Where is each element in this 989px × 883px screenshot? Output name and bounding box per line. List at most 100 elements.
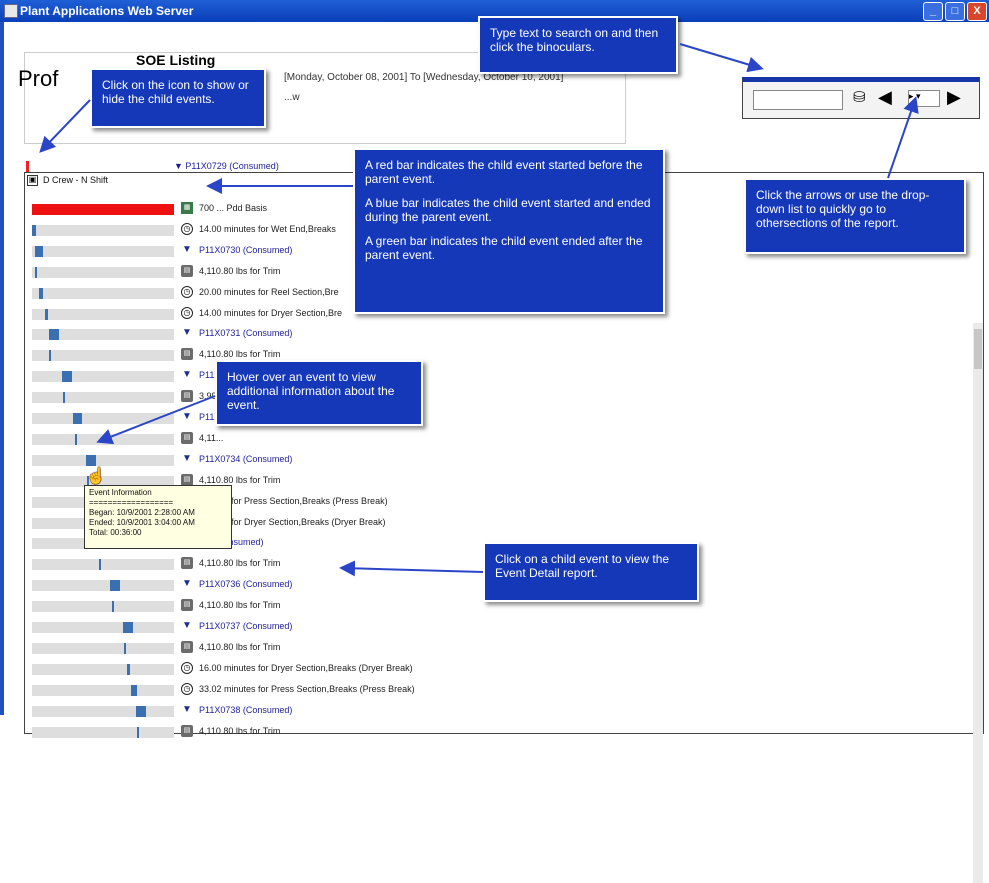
event-row[interactable]: ▼ P11X... [29,410,929,426]
event-text[interactable]: 16.00 minutes for Dryer Section,Breaks (… [199,663,413,673]
event-duration-bar[interactable] [124,642,127,654]
vertical-scrollbar[interactable] [973,323,983,883]
event-text[interactable]: 700 ... Pdd Basis [199,203,267,213]
event-text[interactable]: 4,110.80 lbs for Trim [199,642,280,652]
next-arrow-icon[interactable]: ▶ [947,88,961,106]
event-row[interactable]: ▤ 4,110.80 lbs for Trim [29,724,929,740]
event-text[interactable]: P11X0736 (Consumed) [199,579,292,589]
event-row[interactable]: ▤ 3,99... [29,389,929,405]
event-duration-bar[interactable] [110,580,121,592]
flag-icon: ▼ [182,411,192,422]
event-text[interactable]: 4,110.80 lbs for Trim [199,266,280,276]
flag-icon: ▼ [182,578,192,590]
section-dropdown[interactable]: ▸ ▾ [908,90,940,107]
callout-hover: Hover over an event to view additional i… [215,360,423,426]
bin-icon: ▤ [181,431,193,444]
bin-icon: ▤ [181,557,193,570]
event-duration-bar[interactable] [61,371,72,383]
event-duration-bar[interactable] [74,433,77,445]
clock-icon: ◷ [181,661,193,674]
event-text[interactable]: P11X0734 (Consumed) [199,454,292,464]
bin-icon: ▤ [181,390,193,403]
tooltip-title: Event Information [89,488,152,497]
event-row[interactable]: ▼ P11X0737 (Consumed) [29,619,929,635]
event-text[interactable]: 4,110.80 lbs for Trim [199,558,280,568]
close-button[interactable]: X [967,2,987,21]
event-text[interactable]: 33.02 minutes for Press Section,Breaks (… [199,684,415,694]
timeline-track [32,601,174,613]
event-row[interactable]: ◷ 33.02 minutes for Press Section,Breaks … [29,682,929,698]
event-duration-bar[interactable] [34,266,37,278]
callout-red-bar-text: A red bar indicates the child event star… [365,158,643,186]
parent-event-link[interactable]: ▼ P11X0729 (Consumed) [174,161,279,171]
timeline-track [32,559,174,571]
callout-arrows: Click the arrows or use the drop-down li… [744,178,966,254]
timeline-track [32,454,174,466]
event-duration-bar[interactable] [85,454,96,466]
event-duration-bar[interactable] [98,559,101,571]
event-row[interactable]: ▼ P11X0731 (Consumed) [29,326,929,342]
event-info-tooltip: Event Information ================== Beg… [84,485,232,549]
event-row[interactable]: ▼P11X0732 (Consumed) [29,368,929,384]
bin-icon: ▤ [181,264,193,277]
timeline-track [32,413,174,424]
window-title: Plant Applications Web Server [20,4,194,18]
toggle-children-icon[interactable]: ▣ [27,175,38,186]
event-text[interactable]: 4,110.80 lbs for Trim [199,349,280,359]
maximize-button[interactable]: □ [945,2,965,21]
event-duration-bar[interactable] [111,601,114,613]
timeline-track [32,622,174,633]
callout-bar-colors: A red bar indicates the child event star… [353,148,665,314]
app-icon [4,4,18,18]
event-text[interactable]: P11X0731 (Consumed) [199,328,292,338]
event-text[interactable]: 4,110.80 lbs for Trim [199,475,280,485]
event-duration-bar[interactable] [131,684,138,696]
event-row[interactable]: ▤ 4,110.80 lbs for Trim [29,556,929,572]
event-row[interactable]: ▤ 4,110.80 lbs for Trim [29,347,929,363]
event-row[interactable]: ◷ 16.00 minutes for Dryer Section,Breaks … [29,661,929,677]
event-duration-bar[interactable] [34,245,44,257]
event-duration-bar[interactable] [73,413,82,424]
timeline-track [32,371,174,383]
event-duration-bar[interactable] [39,287,44,299]
event-duration-bar[interactable] [137,726,140,738]
event-row[interactable]: ▼ P11X0736 (Consumed) [29,577,929,593]
search-input[interactable] [753,90,843,110]
event-row[interactable]: ▤ 4,110.80 lbs for Trim [29,640,929,656]
event-text[interactable]: 4,110.80 lbs for Trim [199,726,280,736]
event-row[interactable]: ▼ P11X0738 (Consumed) [29,703,929,719]
minimize-button[interactable]: _ [923,2,943,21]
flag-icon: ▼ [182,452,192,464]
event-text[interactable]: P11X0737 (Consumed) [199,621,292,631]
event-row[interactable]: ▤ 4,11... [29,431,929,447]
timeline-track [32,663,174,675]
callout-click-child: Click on a child event to view the Event… [483,542,699,602]
event-text[interactable]: 14.00 minutes for Dryer Section,Bre [199,308,342,318]
previous-arrow-icon[interactable]: ◀ [878,88,892,106]
event-duration-bar[interactable] [63,392,66,404]
callout-toggle: Click on the icon to show or hide the ch… [90,68,266,128]
event-duration-bar[interactable] [49,350,52,362]
parent-event-text: P11X0729 (Consumed) [185,161,279,171]
event-duration-bar[interactable] [49,329,59,341]
bin-icon: ▤ [181,599,193,612]
event-duration-bar[interactable] [44,308,48,320]
event-text[interactable]: 4,110.80 lbs for Trim [199,600,280,610]
callout-blue-bar-text: A blue bar indicates the child event sta… [365,196,651,224]
event-row[interactable]: ▤ 4,110.80 lbs for Trim [29,598,929,614]
event-text[interactable]: 4,11... [199,433,223,443]
event-text[interactable]: 14.00 minutes for Wet End,Breaks [199,224,336,234]
timeline-track [32,266,174,278]
event-duration-bar[interactable] [32,224,37,236]
event-text[interactable]: 20.00 minutes for Reel Section,Bre [199,287,339,297]
clock-icon: ◷ [181,306,193,319]
bin-icon: ▤ [181,473,193,486]
scrollbar-thumb[interactable] [974,329,982,369]
event-row[interactable]: ▼ P11X0734 (Consumed) [29,452,929,468]
event-text[interactable]: P11X0730 (Consumed) [199,245,292,255]
event-duration-bar[interactable] [32,204,174,215]
event-text[interactable]: P11X0738 (Consumed) [199,705,292,715]
event-duration-bar[interactable] [127,663,130,675]
binoculars-icon[interactable]: ⛁ [853,88,866,106]
event-duration-bar[interactable] [122,622,133,633]
